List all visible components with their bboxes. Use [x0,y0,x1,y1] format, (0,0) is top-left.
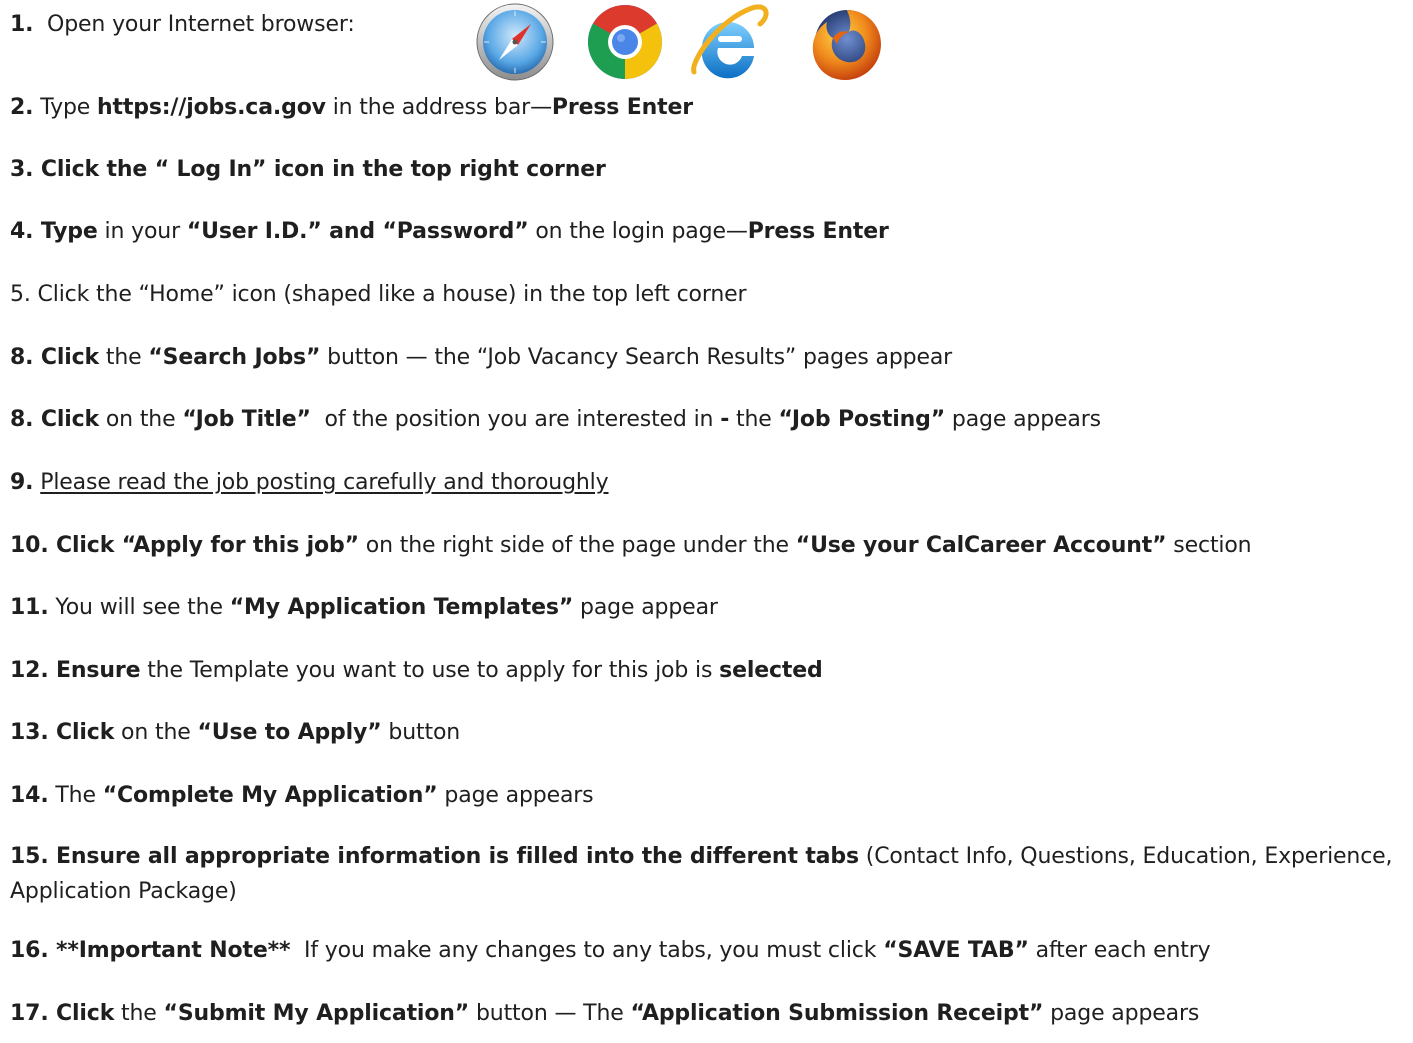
step-text: of the position you are interested in [310,407,721,432]
step-2: 2. Type https://jobs.ca.gov in the addre… [10,94,693,122]
step-text-bold: Press Enter [747,219,889,244]
step-text: on the login page— [528,219,748,244]
step-text-bold: “Complete My Application” [102,783,438,808]
step-text-bold: “Job Title” [182,407,311,432]
step-text: button — The [469,1001,631,1026]
step-text-bold: Press Enter [551,95,693,120]
step-text: button [381,720,461,745]
step-text-bold: “Use to Apply” [197,720,382,745]
step-1: 1. Open your Internet browser: [10,11,355,39]
step-9: 10. Click “Apply for this job” on the ri… [10,532,1252,560]
step-11: 12. Ensure the Template you want to use … [10,657,823,685]
firefox-icon [812,10,881,80]
step-8: 9. Please read the job posting carefully… [10,469,609,497]
step-text: page appears [437,783,594,808]
step-text-bold: - [720,407,730,432]
step-text: section [1166,533,1252,558]
step-15: 16. **Important Note** If you make any c… [10,937,1211,965]
step-text: on the right side of the page under the [358,533,796,558]
step-text-bold: 3. Click the “ Log In” icon in the top r… [10,157,606,182]
step-text: on the [114,720,198,745]
step-text-bold: 8. Click [10,407,100,432]
step-10: 11. You will see the “My Application Tem… [10,594,718,622]
browser-icons [473,2,903,82]
step-text-bold: 4. Type [10,219,98,244]
safari-icon [476,3,554,81]
step-text-bold: “My Application Templates” [229,595,574,620]
step-6: 8. Click the “Search Jobs” button — the … [10,344,952,372]
step-text-bold: selected [719,658,823,683]
step-text: If you make any changes to any tabs, you… [290,938,884,963]
internet-explorer-icon [691,4,769,79]
step-16: 17. Click the “Submit My Application” bu… [10,1000,1199,1028]
step-text-underlined: Please read the job posting carefully an… [40,470,609,495]
step-text: in your [97,219,187,244]
step-4: 4. Type in your “User I.D.” and “Passwor… [10,218,889,246]
step-text-bold: 15. Ensure all appropriate information i… [10,844,859,869]
step-12: 13. Click on the “Use to Apply” button [10,719,460,747]
step-text: Open your Internet browser: [33,12,355,37]
step-text: page appears [1043,1001,1200,1026]
step-text: on the [99,407,183,432]
step-text-bold: “Application Submission Receipt” [630,1001,1044,1026]
step-text: 5. Click the “Home” icon (shaped like a … [10,282,747,307]
step-text-bold: 9. [10,470,34,495]
step-text-bold: “Job Posting” [778,407,946,432]
step-7: 8. Click on the “Job Title” of the posit… [10,406,1101,434]
step-text-bold: “Search Jobs” [148,345,321,370]
step-text-bold: 10. Click “Apply for this job” [10,533,359,558]
step-text-bold: “Submit My Application” [163,1001,470,1026]
step-text: the [99,345,149,370]
step-text-bold: 13. Click [10,720,115,745]
step-3: 3. Click the “ Log In” icon in the top r… [10,156,606,184]
step-5: 5. Click the “Home” icon (shaped like a … [10,281,747,309]
chrome-icon [588,5,662,79]
step-14: 15. Ensure all appropriate information i… [10,839,1402,909]
step-text-bold: 16. **Important Note** [10,938,291,963]
step-text: The [48,783,103,808]
step-text-bold: “Use your CalCareer Account” [795,533,1167,558]
step-text: page appear [573,595,718,620]
step-text-bold: 14. [10,783,49,808]
step-text-bold: “User I.D.” and “Password” [186,219,529,244]
step-text: after each entry [1028,938,1211,963]
step-text-bold: 17. Click [10,1001,115,1026]
step-13: 14. The “Complete My Application” page a… [10,782,594,810]
step-text-bold: 8. Click [10,345,100,370]
step-text: the Template you want to use to apply fo… [140,658,720,683]
step-text-bold: 2. [10,95,34,120]
step-text-bold: 11. [10,595,49,620]
step-text: You will see the [48,595,230,620]
step-text: in the address bar— [325,95,552,120]
step-text: the [114,1001,164,1026]
step-text: the [729,407,779,432]
step-text: Type [33,95,97,120]
step-text-bold: https://jobs.ca.gov [97,95,326,120]
step-text-bold: 1. [10,12,34,37]
step-text-bold: “SAVE TAB” [883,938,1029,963]
step-text-bold: 12. Ensure [10,658,141,683]
step-text: button — the “Job Vacancy Search Results… [320,345,953,370]
step-text: page appears [945,407,1101,432]
